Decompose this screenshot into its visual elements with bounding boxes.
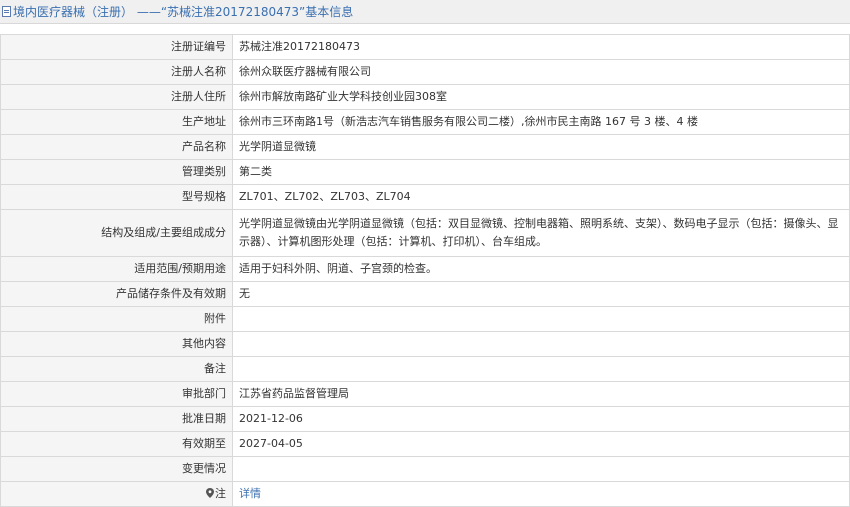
- row-label: 生产地址: [0, 109, 233, 135]
- row-value: 江苏省药品监督管理局: [232, 381, 850, 407]
- row-value: [232, 331, 850, 357]
- table-row: 注册人住所 徐州市解放南路矿业大学科技创业园308室: [0, 84, 850, 110]
- table-row: 生产地址 徐州市三环南路1号（新浩志汽车销售服务有限公司二楼）,徐州市民主南路 …: [0, 109, 850, 135]
- row-label: 注册人住所: [0, 84, 233, 110]
- row-value: [232, 356, 850, 382]
- row-value: 徐州众联医疗器械有限公司: [232, 59, 850, 85]
- note-label-cell: 注: [0, 481, 233, 507]
- row-label: 审批部门: [0, 381, 233, 407]
- row-label: 备注: [0, 356, 233, 382]
- row-label: 结构及组成/主要组成成分: [0, 209, 233, 257]
- row-label: 其他内容: [0, 331, 233, 357]
- row-value: 第二类: [232, 159, 850, 185]
- row-value: 光学阴道显微镜: [232, 134, 850, 160]
- row-label: 管理类别: [0, 159, 233, 185]
- detail-link[interactable]: 详情: [239, 487, 261, 500]
- note-value: 详情: [232, 481, 850, 507]
- table-row: 其他内容: [0, 331, 850, 357]
- page-header: 境内医疗器械（注册） ——“苏械注准20172180473”基本信息: [0, 0, 850, 24]
- row-label: 注册人名称: [0, 59, 233, 85]
- table-row: 注册证编号 苏械注准20172180473: [0, 34, 850, 60]
- row-label: 适用范围/预期用途: [0, 256, 233, 282]
- table-row: 结构及组成/主要组成成分 光学阴道显微镜由光学阴道显微镜（包括：双目显微镜、控制…: [0, 209, 850, 257]
- row-value: 光学阴道显微镜由光学阴道显微镜（包括：双目显微镜、控制电器箱、照明系统、支架）、…: [232, 209, 850, 257]
- document-icon: [2, 6, 11, 17]
- table-row: 产品名称 光学阴道显微镜: [0, 134, 850, 160]
- row-value: [232, 306, 850, 332]
- row-label: 产品名称: [0, 134, 233, 160]
- row-label: 变更情况: [0, 456, 233, 482]
- row-value: 无: [232, 281, 850, 307]
- row-value: ZL701、ZL702、ZL703、ZL704: [232, 184, 850, 210]
- row-label: 产品储存条件及有效期: [0, 281, 233, 307]
- table-row: 变更情况: [0, 456, 850, 482]
- table-row: 有效期至 2027-04-05: [0, 431, 850, 457]
- row-value: 适用于妇科外阴、阴道、子宫颈的检查。: [232, 256, 850, 282]
- row-label: 注册证编号: [0, 34, 233, 60]
- table-row: 适用范围/预期用途 适用于妇科外阴、阴道、子宫颈的检查。: [0, 256, 850, 282]
- row-label: 批准日期: [0, 406, 233, 432]
- table-row: 产品储存条件及有效期 无: [0, 281, 850, 307]
- table-row: 备注: [0, 356, 850, 382]
- page-title: 境内医疗器械（注册） ——“苏械注准20172180473”基本信息: [13, 5, 354, 19]
- note-label: 注: [215, 487, 226, 500]
- table-row: 管理类别 第二类: [0, 159, 850, 185]
- row-value: 苏械注准20172180473: [232, 34, 850, 60]
- row-value: 徐州市解放南路矿业大学科技创业园308室: [232, 84, 850, 110]
- row-value: 2027-04-05: [232, 431, 850, 457]
- row-label: 型号规格: [0, 184, 233, 210]
- row-label: 附件: [0, 306, 233, 332]
- row-value: 徐州市三环南路1号（新浩志汽车销售服务有限公司二楼）,徐州市民主南路 167 号…: [232, 109, 850, 135]
- row-label: 有效期至: [0, 431, 233, 457]
- info-table: 注册证编号 苏械注准20172180473 注册人名称 徐州众联医疗器械有限公司…: [0, 34, 850, 507]
- table-row: 型号规格 ZL701、ZL702、ZL703、ZL704: [0, 184, 850, 210]
- row-value: [232, 456, 850, 482]
- row-value: 2021-12-06: [232, 406, 850, 432]
- table-row: 注册人名称 徐州众联医疗器械有限公司: [0, 59, 850, 85]
- table-row: 审批部门 江苏省药品监督管理局: [0, 381, 850, 407]
- note-row: 注 详情: [0, 481, 850, 507]
- table-row: 附件: [0, 306, 850, 332]
- table-row: 批准日期 2021-12-06: [0, 406, 850, 432]
- location-pin-icon: [206, 488, 214, 498]
